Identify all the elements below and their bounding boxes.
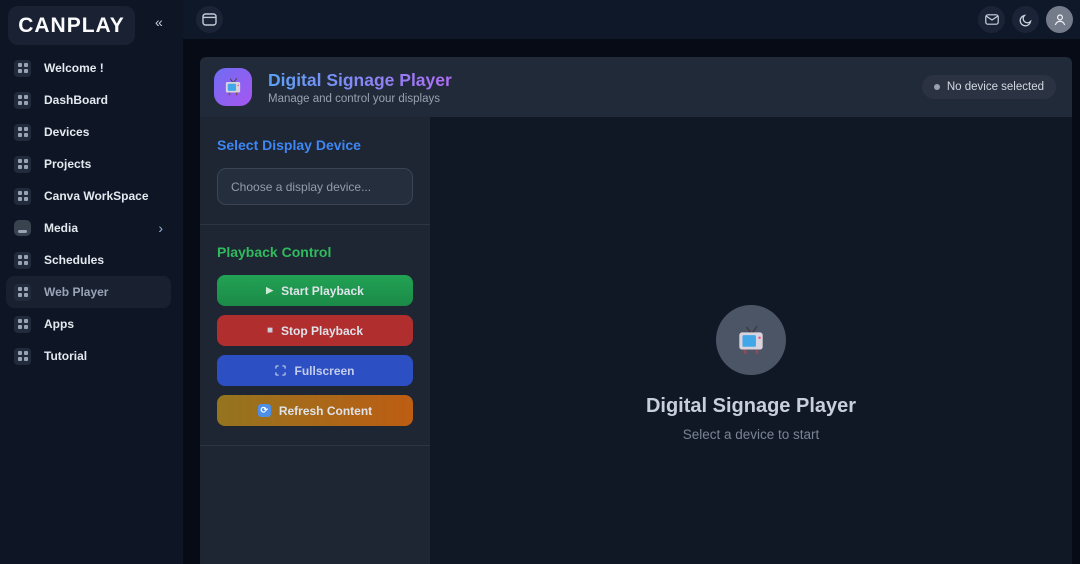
sidebar-item-projects[interactable]: Projects [6, 148, 171, 180]
moon-icon [1019, 13, 1032, 26]
play-icon: ▶ [266, 285, 274, 295]
sidebar-item-welcome[interactable]: Welcome ! [6, 52, 171, 84]
sidebar-item-canva-workspace[interactable]: Canva WorkSpace [6, 180, 171, 212]
empty-state-circle [716, 305, 786, 375]
refresh-icon: ⟳ [257, 404, 271, 417]
grid-icon [14, 251, 31, 269]
grid-icon [14, 123, 31, 141]
status-dot-icon [933, 84, 940, 90]
page-header-text: Digital Signage Player Manage and contro… [268, 70, 452, 105]
device-select-placeholder: Choose a display device... [231, 179, 372, 194]
sidebar-item-schedules[interactable]: Schedules [6, 244, 171, 276]
messages-button[interactable] [978, 6, 1005, 33]
window-icon [202, 13, 217, 26]
sidebar-item-label: Canva WorkSpace [44, 189, 149, 203]
topbar-actions [978, 6, 1073, 33]
page-title: Digital Signage Player [268, 69, 452, 90]
tv-icon [225, 77, 241, 96]
grid-icon [14, 315, 31, 333]
device-select[interactable]: Choose a display device... [217, 168, 413, 205]
topbar [183, 0, 1080, 39]
sidebar: CANPLAY « Welcome ! DashBoard Devices Pr… [0, 0, 183, 564]
grid-icon [14, 347, 31, 365]
grid-icon [14, 187, 31, 205]
sidebar-item-label: Tutorial [44, 349, 88, 363]
brand-logo-text: CANPLAY [18, 13, 125, 37]
brand-logo[interactable]: CANPLAY [8, 6, 135, 45]
grid-icon [14, 91, 31, 109]
grid-icon [14, 155, 31, 173]
sidebar-collapse-icon[interactable]: « [151, 12, 167, 32]
player-viewport: Digital Signage Player Select a device t… [430, 117, 1072, 564]
sidebar-item-label: Media [44, 221, 79, 235]
refresh-content-button[interactable]: ⟳ Refresh Content [217, 395, 413, 426]
device-status-badge: No device selected [921, 75, 1056, 99]
tv-icon [739, 325, 763, 354]
grid-icon [14, 59, 31, 77]
sidebar-item-label: Apps [44, 317, 74, 331]
page-subtitle: Manage and control your displays [268, 92, 440, 105]
divider [200, 445, 430, 446]
divider [200, 224, 430, 225]
sidebar-item-label: Web Player [44, 285, 109, 299]
user-icon [1054, 13, 1065, 25]
media-icon [14, 220, 31, 236]
empty-state-title: Digital Signage Player [645, 395, 857, 417]
dark-mode-button[interactable] [1012, 6, 1039, 33]
sidebar-item-label: DashBoard [44, 93, 109, 107]
sidebar-toggle-button[interactable] [196, 6, 223, 33]
empty-state-subtitle: Select a device to start [682, 427, 820, 442]
sidebar-item-dashboard[interactable]: DashBoard [6, 84, 171, 116]
sidebar-item-tutorial[interactable]: Tutorial [6, 340, 171, 372]
fullscreen-icon [275, 365, 287, 376]
sidebar-item-label: Schedules [44, 253, 105, 267]
start-playback-button[interactable]: ▶ Start Playback [217, 275, 413, 306]
playback-control-heading: Playback Control [217, 244, 332, 260]
playback-buttons: ▶ Start Playback ■ Stop Playback Fullscr… [217, 275, 413, 426]
start-playback-label: Start Playback [281, 283, 364, 298]
sidebar-item-label: Welcome ! [44, 61, 104, 75]
app-window: CANPLAY « Welcome ! DashBoard Devices Pr… [0, 0, 1080, 564]
stop-icon: ■ [266, 325, 273, 336]
fullscreen-label: Fullscreen [294, 363, 355, 378]
sidebar-item-web-player[interactable]: Web Player [6, 276, 171, 308]
user-avatar[interactable] [1046, 6, 1073, 33]
chevron-right-icon: › [158, 220, 163, 236]
sidebar-item-apps[interactable]: Apps [6, 308, 171, 340]
status-badge-label: No device selected [946, 81, 1044, 93]
stop-playback-button[interactable]: ■ Stop Playback [217, 315, 413, 346]
sidebar-item-label: Devices [44, 125, 90, 139]
select-device-heading: Select Display Device [217, 137, 361, 153]
refresh-content-label: Refresh Content [278, 403, 373, 418]
empty-state: Digital Signage Player Select a device t… [430, 117, 1072, 442]
mail-icon [984, 14, 999, 25]
stop-playback-label: Stop Playback [281, 323, 364, 338]
page-header: Digital Signage Player Manage and contro… [200, 57, 1072, 117]
player-control-panel: Select Display Device Choose a display d… [200, 117, 430, 564]
sidebar-item-devices[interactable]: Devices [6, 116, 171, 148]
sidebar-nav: Welcome ! DashBoard Devices Projects Can… [6, 52, 171, 372]
app-icon [214, 68, 252, 106]
sidebar-item-media[interactable]: Media › [6, 212, 171, 244]
grid-icon [14, 283, 31, 301]
sidebar-item-label: Projects [44, 157, 92, 171]
fullscreen-button[interactable]: Fullscreen [217, 355, 413, 386]
